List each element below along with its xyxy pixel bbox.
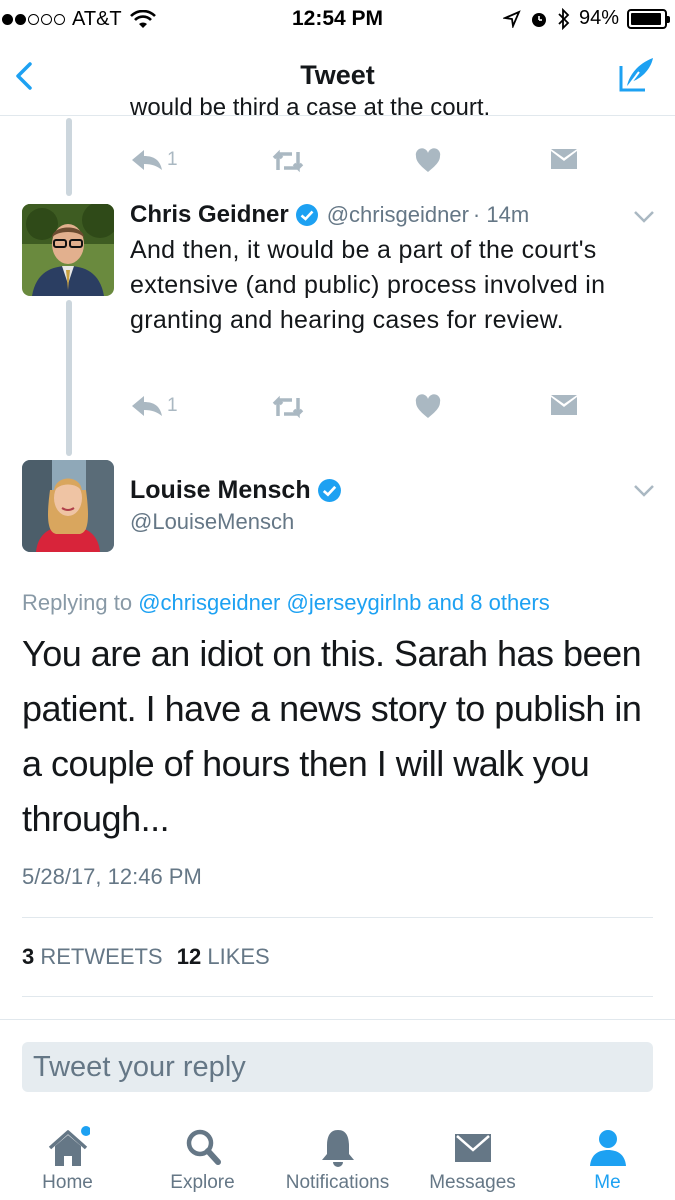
heart-icon (415, 394, 441, 418)
replying-prefix: Replying to (22, 590, 133, 615)
author-name[interactable]: Louise Mensch (130, 476, 311, 505)
direct-message-button[interactable] (550, 394, 578, 416)
retweet-button[interactable] (270, 394, 306, 420)
avatar-image (22, 204, 114, 296)
tweet-age: · 14m (472, 202, 530, 227)
bluetooth-icon (558, 7, 570, 30)
search-icon (186, 1129, 221, 1165)
previous-tweet-actions: 1 (130, 148, 590, 178)
author-handle[interactable]: @LouiseMensch (130, 509, 294, 535)
person-icon (589, 1130, 626, 1166)
bell-icon (321, 1130, 354, 1167)
alarm-icon (531, 12, 546, 27)
like-button[interactable] (414, 394, 442, 420)
avatar-image (22, 460, 114, 552)
tweet-actions: 1 (130, 394, 590, 424)
retweets-stat[interactable]: 3 RETWEETS (22, 944, 163, 969)
main-author-row: Louise Mensch (130, 476, 342, 505)
likes-count: 12 (176, 944, 202, 969)
reply-count: 1 (167, 395, 178, 416)
tab-home[interactable]: Home (0, 1118, 135, 1200)
retweets-count: 3 (22, 944, 35, 969)
reply-input[interactable] (22, 1042, 653, 1092)
reply-button[interactable]: 1 (130, 394, 178, 418)
tab-label: Home (42, 1172, 93, 1193)
verified-badge-icon (295, 204, 318, 226)
compose-tweet-icon[interactable] (617, 54, 657, 94)
status-right-group: 94% (502, 7, 670, 30)
replying-to-link[interactable]: @chrisgeidner @jerseygirlnb and 8 others (138, 590, 550, 615)
thread-line (66, 300, 72, 456)
avatar-chris-geidner[interactable] (22, 204, 114, 296)
like-button[interactable] (414, 148, 442, 174)
retweets-label: RETWEETS (40, 944, 163, 969)
likes-stat[interactable]: 12 LIKES (177, 944, 270, 969)
tweet-text: And then, it would be a part of the cour… (130, 236, 606, 334)
reply-count: 1 (167, 149, 178, 170)
reply-icon (132, 150, 162, 170)
retweet-icon (272, 395, 304, 419)
replying-to-line: Replying to @chrisgeidner @jerseygirlnb … (22, 590, 550, 616)
chevron-down-icon[interactable] (633, 484, 655, 498)
envelope-icon (551, 395, 577, 415)
author-name[interactable]: Chris Geidner (130, 201, 289, 229)
envelope-icon (551, 149, 577, 169)
envelope-icon (454, 1134, 491, 1162)
chevron-down-icon[interactable] (633, 210, 655, 224)
tab-label: Messages (429, 1172, 516, 1193)
direct-message-button[interactable] (550, 148, 578, 170)
battery-icon (627, 8, 670, 29)
battery-percent: 94% (578, 7, 619, 29)
reply-button[interactable]: 1 (130, 148, 178, 172)
status-bar: AT&T 12:54 PM 94% (0, 0, 675, 38)
divider (22, 917, 653, 918)
tab-label: Explore (170, 1172, 235, 1193)
reply-bar-separator (0, 1019, 675, 1020)
home-icon (48, 1126, 90, 1166)
likes-label: LIKES (207, 944, 270, 969)
reply-icon (132, 396, 162, 416)
tab-notifications[interactable]: Notifications (270, 1118, 405, 1200)
tab-explore[interactable]: Explore (135, 1118, 270, 1200)
retweet-button[interactable] (270, 148, 306, 174)
tab-me[interactable]: Me (540, 1118, 675, 1200)
tab-label: Me (594, 1172, 621, 1193)
main-tweet-text: You are an idiot on this. Sarah has been… (22, 633, 642, 839)
retweet-icon (272, 149, 304, 173)
tab-label: Notifications (285, 1172, 390, 1193)
heart-icon (415, 148, 441, 172)
previous-tweet-text-clipped: would be third a case at the court. (130, 94, 491, 116)
verified-badge-icon (317, 479, 341, 502)
avatar-louise-mensch[interactable] (22, 460, 114, 552)
page-title: Tweet (300, 60, 375, 90)
tab-messages[interactable]: Messages (405, 1118, 540, 1200)
tab-bar: Home Explore Notifications Messages Me (0, 1118, 675, 1200)
tweet-timestamp: 5/28/17, 12:46 PM (22, 864, 202, 889)
tweet-stats: 3 RETWEETS 12 LIKES (22, 944, 270, 970)
divider (22, 996, 653, 997)
author-handle[interactable]: @chrisgeidner (327, 202, 469, 228)
tweet-header: Chris Geidner @chrisgeidner · 14m (130, 201, 529, 229)
thread-line (66, 118, 72, 196)
location-arrow-icon (502, 9, 521, 28)
